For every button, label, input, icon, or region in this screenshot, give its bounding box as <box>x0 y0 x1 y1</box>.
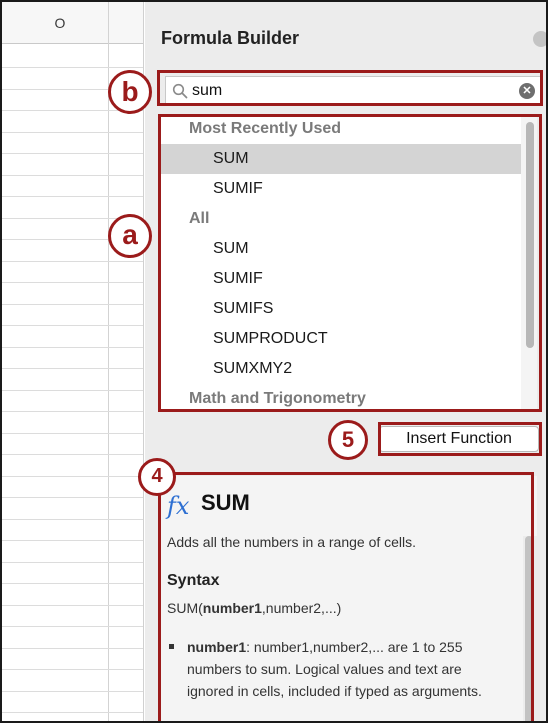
annotation-badge-4: 4 <box>138 458 176 496</box>
grid-row-line <box>2 712 143 713</box>
column-header-label: O <box>54 15 66 31</box>
grid-row-line <box>2 325 143 326</box>
grid-row-line <box>2 411 143 412</box>
grid-row-line <box>2 282 143 283</box>
grid-row-line <box>2 519 143 520</box>
grid-row-line <box>2 347 143 348</box>
grid-row-line <box>2 175 143 176</box>
grid-row-line <box>2 691 143 692</box>
annotation-badge-b: b <box>108 70 152 114</box>
annotation-badge-a: a <box>108 214 152 258</box>
annotation-badge-5: 5 <box>328 420 368 460</box>
grid-row-line <box>2 669 143 670</box>
annotation-box-a <box>158 114 542 412</box>
grid-row-line <box>2 304 143 305</box>
grid-row-line <box>2 605 143 606</box>
grid-row-line <box>2 261 143 262</box>
grid-row-line <box>2 476 143 477</box>
grid-row-line <box>2 132 143 133</box>
grid-row-line <box>2 196 143 197</box>
grid-row-line <box>2 626 143 627</box>
close-icon[interactable] <box>533 31 546 47</box>
column-header[interactable]: O <box>2 2 143 44</box>
grid-row-line <box>2 540 143 541</box>
screenshot-frame: O Formula Builder ✕ Most Recently Used S… <box>0 0 548 723</box>
grid-row-line <box>2 583 143 584</box>
grid-row-line <box>2 433 143 434</box>
grid-row-line <box>2 390 143 391</box>
grid-row-line <box>2 368 143 369</box>
annotation-box-b <box>157 70 543 106</box>
grid-row-line <box>2 497 143 498</box>
annotation-box-5 <box>378 422 542 456</box>
annotation-box-4 <box>158 472 534 721</box>
grid-row-line <box>2 67 143 68</box>
grid-row-line <box>2 454 143 455</box>
grid-row-line <box>2 648 143 649</box>
grid-row-line <box>2 153 143 154</box>
panel-title: Formula Builder <box>161 28 300 48</box>
grid-row-line <box>2 562 143 563</box>
